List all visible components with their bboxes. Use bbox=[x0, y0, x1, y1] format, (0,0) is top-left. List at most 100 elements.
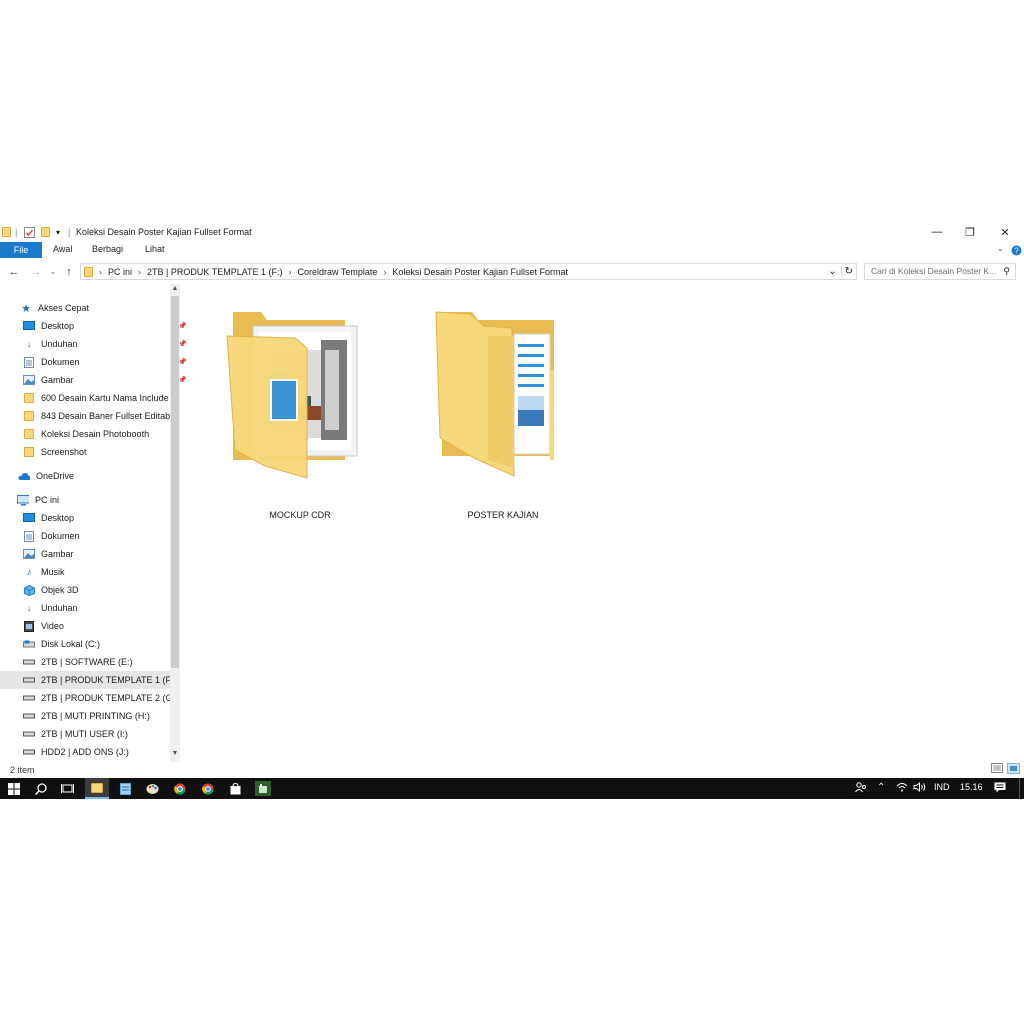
sidebar-item-pictures[interactable]: Gambar bbox=[0, 545, 191, 563]
file-explorer-taskbar-icon[interactable] bbox=[85, 778, 109, 799]
sidebar-item-3d-objects[interactable]: Objek 3D bbox=[0, 581, 191, 599]
paint-icon[interactable] bbox=[144, 781, 160, 796]
sidebar-item-desktop[interactable]: Desktop 📌 bbox=[0, 317, 191, 335]
navigation-pane: ★ Akses Cepat Desktop 📌 ↓ Unduhan 📌 Doku… bbox=[0, 284, 187, 762]
status-bar-item-count: 2 item bbox=[10, 765, 35, 775]
sidebar-item-onedrive[interactable]: OneDrive bbox=[0, 467, 186, 485]
star-icon: ★ bbox=[21, 302, 31, 315]
scroll-up-icon[interactable]: ▲ bbox=[170, 285, 180, 295]
sidebar-item-drive-g[interactable]: 2TB | PRODUK TEMPLATE 2 (G:) bbox=[0, 689, 191, 707]
window-title: Koleksi Desain Poster Kajian Fullset For… bbox=[76, 227, 252, 237]
large-icons-view-icon[interactable] bbox=[1007, 763, 1020, 774]
computer-icon bbox=[17, 494, 29, 506]
folder-with-document-preview-icon bbox=[435, 311, 554, 477]
sidebar-item-pictures[interactable]: Gambar 📌 bbox=[0, 371, 191, 389]
sidebar-item-this-pc[interactable]: PC ini bbox=[0, 491, 185, 509]
restore-button[interactable]: ❐ bbox=[955, 224, 985, 240]
breadcrumb-current[interactable]: Koleksi Desain Poster Kajian Fullset For… bbox=[392, 267, 568, 277]
drive-icon bbox=[23, 711, 35, 722]
notepad-icon[interactable] bbox=[117, 781, 133, 796]
sidebar-item-folder[interactable]: 600 Desain Kartu Nama Include I bbox=[0, 389, 191, 407]
pictures-icon bbox=[23, 375, 35, 386]
tab-home[interactable]: Awal bbox=[53, 244, 72, 254]
clock[interactable]: 15.16 bbox=[960, 782, 983, 792]
input-language[interactable]: IND bbox=[934, 782, 950, 792]
app-icon[interactable] bbox=[255, 781, 271, 796]
recent-locations-chevron-icon[interactable]: ⌄ bbox=[46, 265, 60, 279]
breadcrumb-drive[interactable]: 2TB | PRODUK TEMPLATE 1 (F:) bbox=[147, 267, 283, 277]
sidebar-item-folder[interactable]: 843 Desain Baner Fullset Editable bbox=[0, 407, 191, 425]
address-bar[interactable]: › PC ini › 2TB | PRODUK TEMPLATE 1 (F:) … bbox=[80, 263, 857, 280]
up-arrow-icon[interactable]: ↑ bbox=[62, 265, 76, 279]
help-icon[interactable]: ? bbox=[1011, 245, 1022, 258]
chrome-icon[interactable] bbox=[172, 781, 188, 796]
expand-ribbon-icon[interactable]: ⌄ bbox=[997, 244, 1004, 253]
sidebar-item-drive-h[interactable]: 2TB | MUTI PRINTING (H:) bbox=[0, 707, 191, 725]
pictures-icon bbox=[23, 549, 35, 560]
folder-item[interactable]: MOCKUP CDR bbox=[225, 310, 375, 520]
people-icon[interactable] bbox=[855, 782, 867, 795]
tab-share[interactable]: Berbagi bbox=[92, 244, 123, 254]
music-icon: ♪ bbox=[26, 566, 32, 578]
document-icon bbox=[23, 356, 35, 368]
back-arrow-icon[interactable]: ← bbox=[7, 265, 21, 279]
breadcrumb-pc[interactable]: PC ini bbox=[108, 267, 132, 277]
sidebar-item-folder[interactable]: Koleksi Desain Photobooth bbox=[0, 425, 191, 443]
drive-icon bbox=[23, 747, 35, 758]
notification-center-icon[interactable] bbox=[994, 782, 1006, 795]
scroll-down-icon[interactable]: ▼ bbox=[170, 750, 180, 760]
nav-quick-access[interactable]: ★ Akses Cepat bbox=[0, 299, 188, 317]
scrollbar-thumb[interactable] bbox=[171, 296, 179, 668]
windows-start-icon[interactable] bbox=[6, 781, 22, 796]
folder-icon bbox=[23, 411, 35, 422]
store-bag-icon[interactable] bbox=[227, 781, 243, 796]
show-hidden-icons-chevron-icon[interactable]: ⌃ bbox=[877, 782, 885, 793]
forward-arrow-icon[interactable]: → bbox=[29, 265, 43, 279]
sidebar-item-downloads[interactable]: ↓ Unduhan 📌 bbox=[0, 335, 191, 353]
address-dropdown-chevron-icon[interactable]: ⌄ bbox=[828, 266, 836, 277]
customize-toolbar-icon[interactable]: ▾ bbox=[56, 226, 60, 238]
search-icon[interactable] bbox=[33, 781, 49, 796]
sidebar-item-drive-f[interactable]: 2TB | PRODUK TEMPLATE 1 (F:) bbox=[0, 671, 170, 689]
sidebar-item-folder[interactable]: Screenshot bbox=[0, 443, 191, 461]
wifi-icon[interactable] bbox=[896, 782, 908, 794]
download-icon: ↓ bbox=[26, 338, 32, 350]
details-view-icon[interactable] bbox=[991, 763, 1003, 773]
drive-icon bbox=[23, 675, 35, 686]
sidebar-item-drive-c[interactable]: Disk Lokal (C:) bbox=[0, 635, 191, 653]
minimize-button[interactable]: — bbox=[922, 224, 952, 240]
breadcrumb-folder[interactable]: Coreldraw Template bbox=[298, 267, 378, 277]
sidebar-item-drive-e[interactable]: 2TB | SOFTWARE (E:) bbox=[0, 653, 191, 671]
search-box[interactable]: ⚲ bbox=[864, 263, 1016, 280]
sidebar-item-drive-j[interactable]: HDD2 | ADD ONS (J:) bbox=[0, 743, 191, 761]
search-input[interactable] bbox=[865, 264, 1001, 278]
folder-icon bbox=[84, 266, 93, 277]
sidebar-item-drive-i[interactable]: 2TB | MUTI USER (I:) bbox=[0, 725, 191, 743]
navigation-scrollbar[interactable]: ▲ ▼ bbox=[170, 284, 180, 762]
tab-view[interactable]: Lihat bbox=[145, 244, 165, 254]
separator: | bbox=[68, 227, 71, 237]
volume-icon[interactable] bbox=[913, 781, 926, 794]
sidebar-item-videos[interactable]: Video bbox=[0, 617, 191, 635]
refresh-icon[interactable]: ↻ bbox=[840, 266, 856, 277]
folder-icon bbox=[23, 393, 35, 404]
chrome-profile-icon[interactable] bbox=[200, 781, 216, 796]
document-icon bbox=[23, 530, 35, 542]
sidebar-item-desktop[interactable]: Desktop bbox=[0, 509, 191, 527]
search-icon[interactable]: ⚲ bbox=[1003, 266, 1010, 277]
properties-icon[interactable] bbox=[24, 226, 35, 238]
folder-item[interactable]: POSTER KAJIAN bbox=[428, 310, 578, 520]
sidebar-item-documents[interactable]: Dokumen 📌 bbox=[0, 353, 191, 371]
sidebar-item-music[interactable]: ♪ Musik bbox=[0, 563, 191, 581]
breadcrumb-separator: › bbox=[288, 266, 292, 277]
svg-text:?: ? bbox=[1014, 246, 1019, 255]
tab-file[interactable]: File bbox=[0, 242, 42, 258]
download-icon: ↓ bbox=[26, 602, 32, 614]
close-button[interactable]: ✕ bbox=[990, 224, 1020, 240]
sidebar-item-downloads[interactable]: ↓ Unduhan bbox=[0, 599, 191, 617]
sidebar-item-documents[interactable]: Dokumen bbox=[0, 527, 191, 545]
show-desktop-button[interactable] bbox=[1019, 778, 1020, 799]
file-name: POSTER KAJIAN bbox=[467, 510, 539, 520]
task-view-icon[interactable] bbox=[59, 781, 75, 796]
new-folder-icon[interactable] bbox=[41, 226, 50, 238]
